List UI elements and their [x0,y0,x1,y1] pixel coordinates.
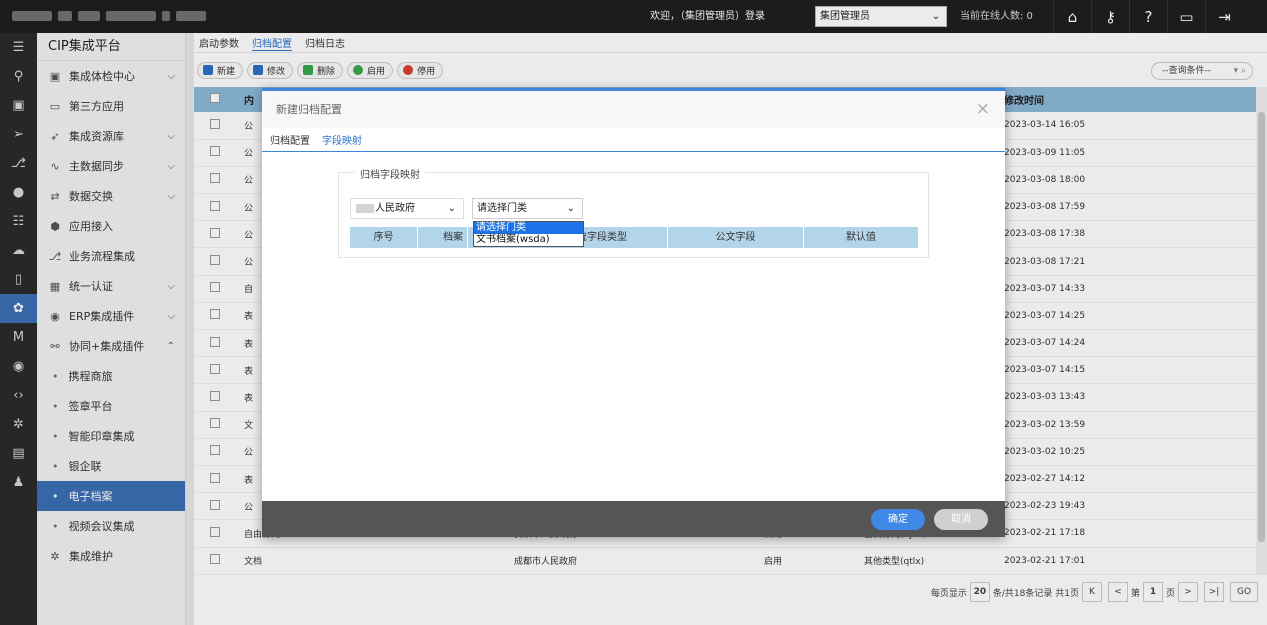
dropdown-option[interactable]: 文书档案(wsda) [474,234,583,246]
tab-field-mapping[interactable]: 字段映射 [321,132,363,147]
category-select[interactable]: 请选择门类 ⌄ [472,198,583,219]
redacted-text [356,203,374,213]
column-header: 档案 [418,227,468,248]
dropdown-option[interactable]: 请选择门类 [474,222,583,234]
tab-archive-config[interactable]: 归档配置 [269,132,311,147]
dialog-footer: 确定 取消 [262,501,1005,537]
column-header: 公文字段 [668,227,804,248]
confirm-button[interactable]: 确定 [871,509,925,530]
field-mapping-group: 归档字段映射 人民政府 ⌄ 请选择门类 ⌄ 序号 档案 案系统字段类型 公文字段… [338,166,929,258]
mapping-table-header: 序号 档案 案系统字段类型 公文字段 默认值 [350,227,918,248]
close-icon[interactable]: × [976,91,990,128]
column-header: 默认值 [846,232,876,243]
category-dropdown-list: 请选择门类 文书档案(wsda) [473,221,584,247]
column-header: 序号 [350,227,418,248]
cancel-button[interactable]: 取消 [934,509,988,530]
chevron-down-icon: ⌄ [566,203,575,214]
group-legend: 归档字段映射 [355,166,425,181]
dialog-tabs: 归档配置 字段映射 [262,128,1005,152]
dialog-header: 新建归档配置 × [262,91,1005,128]
unit-select[interactable]: 人民政府 ⌄ [350,198,464,219]
new-archive-config-dialog: 新建归档配置 × 归档配置 字段映射 归档字段映射 人民政府 ⌄ 请选择门类 ⌄… [262,88,1005,537]
dialog-title: 新建归档配置 [276,103,342,116]
chevron-down-icon: ⌄ [447,203,456,214]
